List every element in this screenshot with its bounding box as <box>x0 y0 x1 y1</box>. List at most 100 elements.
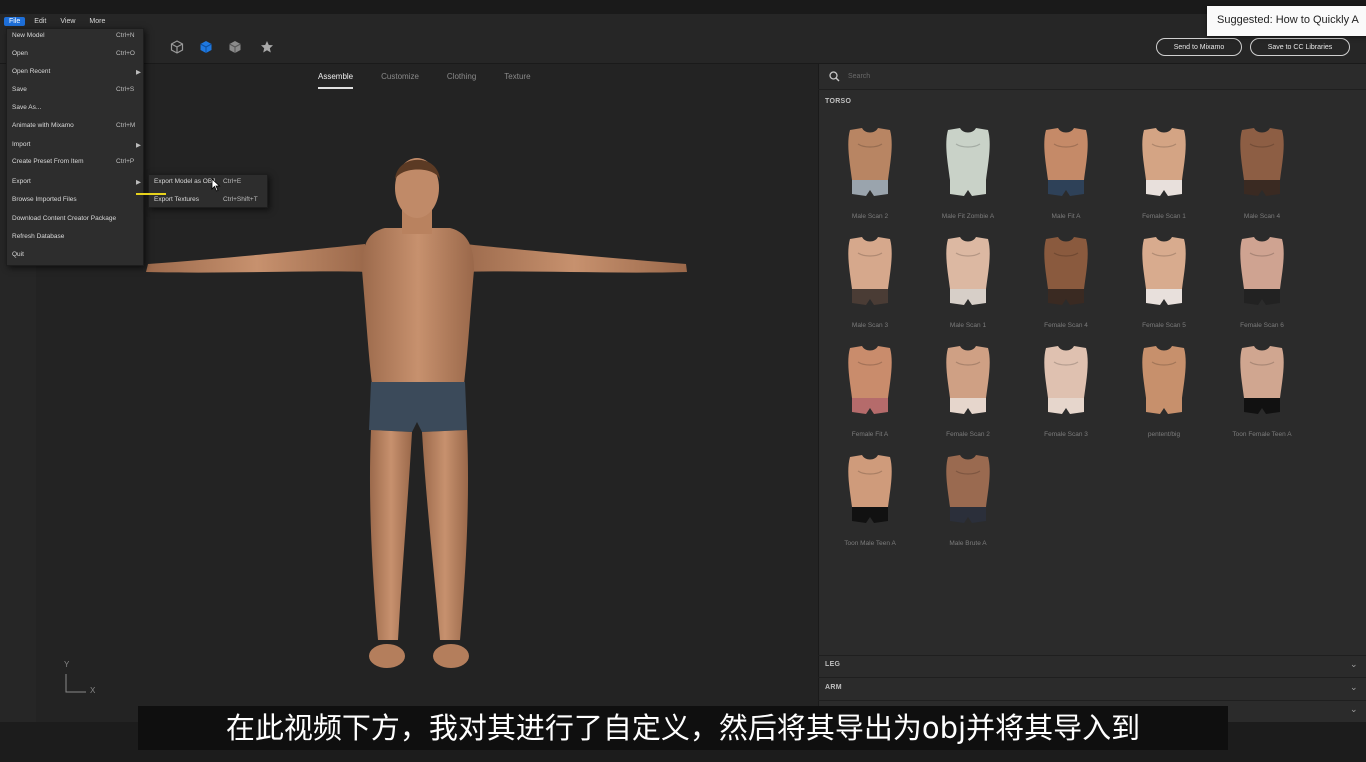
file-menu-item[interactable]: Open Recent <box>12 68 50 75</box>
menubar: File Edit View More <box>0 14 1366 28</box>
file-menu-item[interactable]: Refresh Database <box>12 233 64 240</box>
torso-item-label: Female Scan 5 <box>1142 322 1186 329</box>
torso-thumbnail-icon <box>1044 346 1088 414</box>
menu-shortcut: Ctrl+N <box>116 32 135 39</box>
torso-item[interactable]: Female Scan 1 <box>1124 124 1204 224</box>
torso-item[interactable]: Male Brute A <box>928 451 1008 551</box>
torso-item[interactable]: Female Scan 5 <box>1124 233 1204 333</box>
top-strip <box>0 0 1366 14</box>
torso-thumbnail-icon <box>848 128 892 196</box>
video-subtitle: 在此视频下方，我对其进行了自定义，然后将其导出为obj并将其导入到 <box>138 706 1228 750</box>
torso-item-label: pentent/big <box>1147 431 1181 438</box>
export-textures-item[interactable]: Export Textures <box>154 196 199 203</box>
torso-item-label: Male Scan 3 <box>851 322 889 329</box>
torso-item[interactable]: Female Scan 3 <box>1026 342 1106 442</box>
file-menu-item[interactable]: Download Content Creator Package <box>12 215 116 222</box>
torso-item[interactable]: Male Fit A <box>1026 124 1106 224</box>
torso-item[interactable]: Male Scan 2 <box>830 124 910 224</box>
axis-gizmo: Y X <box>62 660 102 700</box>
divider <box>818 677 1366 678</box>
file-menu-item[interactable]: Save As... <box>12 104 41 111</box>
section-torso[interactable]: TORSO <box>825 98 851 105</box>
tab-customize[interactable]: Customize <box>381 72 419 89</box>
chevron-down-icon[interactable]: ⌄ <box>1350 682 1358 693</box>
file-menu-item[interactable]: Animate with Mixamo <box>12 122 74 129</box>
file-menu-item[interactable]: Create Preset From Item <box>12 158 84 165</box>
menu-shortcut: Ctrl+M <box>116 122 136 129</box>
torso-item[interactable]: Toon Female Teen A <box>1222 342 1302 442</box>
cube-outline-icon[interactable] <box>170 40 184 54</box>
file-menu-item[interactable]: Export <box>12 178 31 185</box>
torso-item-label: Female Scan 3 <box>1044 431 1088 438</box>
app-window: File Edit View More Send to Mixamo Save … <box>0 0 1366 762</box>
torso-thumbnail-icon <box>1044 237 1088 305</box>
torso-item-label: Female Scan 1 <box>1142 213 1186 220</box>
menu-file[interactable]: File <box>4 16 26 26</box>
torso-thumbnail-icon <box>1142 346 1186 414</box>
chevron-down-icon[interactable]: ⌄ <box>1350 704 1358 715</box>
search-input[interactable]: Search <box>848 73 870 80</box>
torso-thumbnail-icon <box>848 455 892 523</box>
torso-thumbnail-icon <box>1240 237 1284 305</box>
tab-texture[interactable]: Texture <box>504 72 530 89</box>
save-to-cc-libraries-button[interactable]: Save to CC Libraries <box>1250 38 1350 56</box>
mode-tabs: Assemble Customize Clothing Texture <box>318 72 559 89</box>
torso-item-label: Female Scan 2 <box>946 431 990 438</box>
torso-item[interactable]: Male Scan 3 <box>830 233 910 333</box>
submenu-arrow-icon: ▶ <box>136 142 141 149</box>
suggested-video-card[interactable]: Suggested: How to Quickly A <box>1207 6 1366 36</box>
highlight-underline <box>136 193 166 195</box>
torso-item[interactable]: Female Scan 2 <box>928 342 1008 442</box>
send-to-mixamo-button[interactable]: Send to Mixamo <box>1156 38 1242 56</box>
file-menu-item[interactable]: Quit <box>12 251 24 258</box>
search-icon <box>829 71 840 82</box>
menu-view[interactable]: View <box>55 17 80 26</box>
torso-thumbnail-icon <box>1240 128 1284 196</box>
file-menu-item[interactable]: Open <box>12 50 28 57</box>
torso-item-label: Male Scan 4 <box>1243 213 1281 220</box>
tab-assemble[interactable]: Assemble <box>318 72 354 89</box>
torso-item[interactable]: Male Fit Zombie A <box>928 124 1008 224</box>
file-menu-item[interactable]: New Model <box>12 32 45 39</box>
torso-item[interactable]: pentent/big <box>1124 342 1204 442</box>
torso-item-label: Male Scan 2 <box>851 213 889 220</box>
search-bar[interactable] <box>818 64 1366 90</box>
section-arm[interactable]: ARM <box>825 684 842 691</box>
torso-item[interactable]: Female Scan 4 <box>1026 233 1106 333</box>
submenu-arrow-icon: ▶ <box>136 69 141 76</box>
divider <box>818 700 1366 701</box>
cube-shaded-icon[interactable] <box>228 40 242 54</box>
torso-thumbnail-icon <box>848 237 892 305</box>
star-icon[interactable] <box>260 40 274 54</box>
torso-thumbnail-icon <box>1044 128 1088 196</box>
torso-item[interactable]: Female Fit A <box>830 342 910 442</box>
torso-item-label: Female Scan 6 <box>1240 322 1284 329</box>
torso-item[interactable]: Toon Male Teen A <box>830 451 910 551</box>
torso-thumbnail-icon <box>946 128 990 196</box>
cube-solid-icon[interactable] <box>199 40 213 54</box>
file-menu-item[interactable]: Browse Imported Files <box>12 196 77 203</box>
tab-clothing[interactable]: Clothing <box>447 72 476 89</box>
export-model-obj-item[interactable]: Export Model as OBJ <box>154 178 215 185</box>
submenu-arrow-icon: ▶ <box>136 179 141 186</box>
menu-shortcut: Ctrl+S <box>116 86 135 93</box>
file-menu-item[interactable]: Save <box>12 86 27 93</box>
torso-thumbnail-icon <box>1240 346 1284 414</box>
torso-item[interactable]: Female Scan 6 <box>1222 233 1302 333</box>
torso-thumbnail-icon <box>946 237 990 305</box>
torso-item-label: Male Fit A <box>1051 213 1081 220</box>
torso-item[interactable]: Male Scan 4 <box>1222 124 1302 224</box>
menu-shortcut: Ctrl+P <box>116 158 135 165</box>
torso-thumbnail-icon <box>1142 237 1186 305</box>
menu-edit[interactable]: Edit <box>29 17 51 26</box>
torso-item[interactable]: Male Scan 1 <box>928 233 1008 333</box>
menu-more[interactable]: More <box>84 17 110 26</box>
chevron-down-icon[interactable]: ⌄ <box>1350 659 1358 670</box>
torso-item-label: Male Fit Zombie A <box>941 213 995 220</box>
character-model[interactable] <box>140 140 700 680</box>
torso-item-label: Male Brute A <box>949 540 987 547</box>
export-model-obj-shortcut: Ctrl+E <box>223 178 242 185</box>
section-leg[interactable]: LEG <box>825 661 840 668</box>
file-menu-item[interactable]: Import <box>12 141 30 148</box>
axis-lines-icon <box>65 674 86 693</box>
